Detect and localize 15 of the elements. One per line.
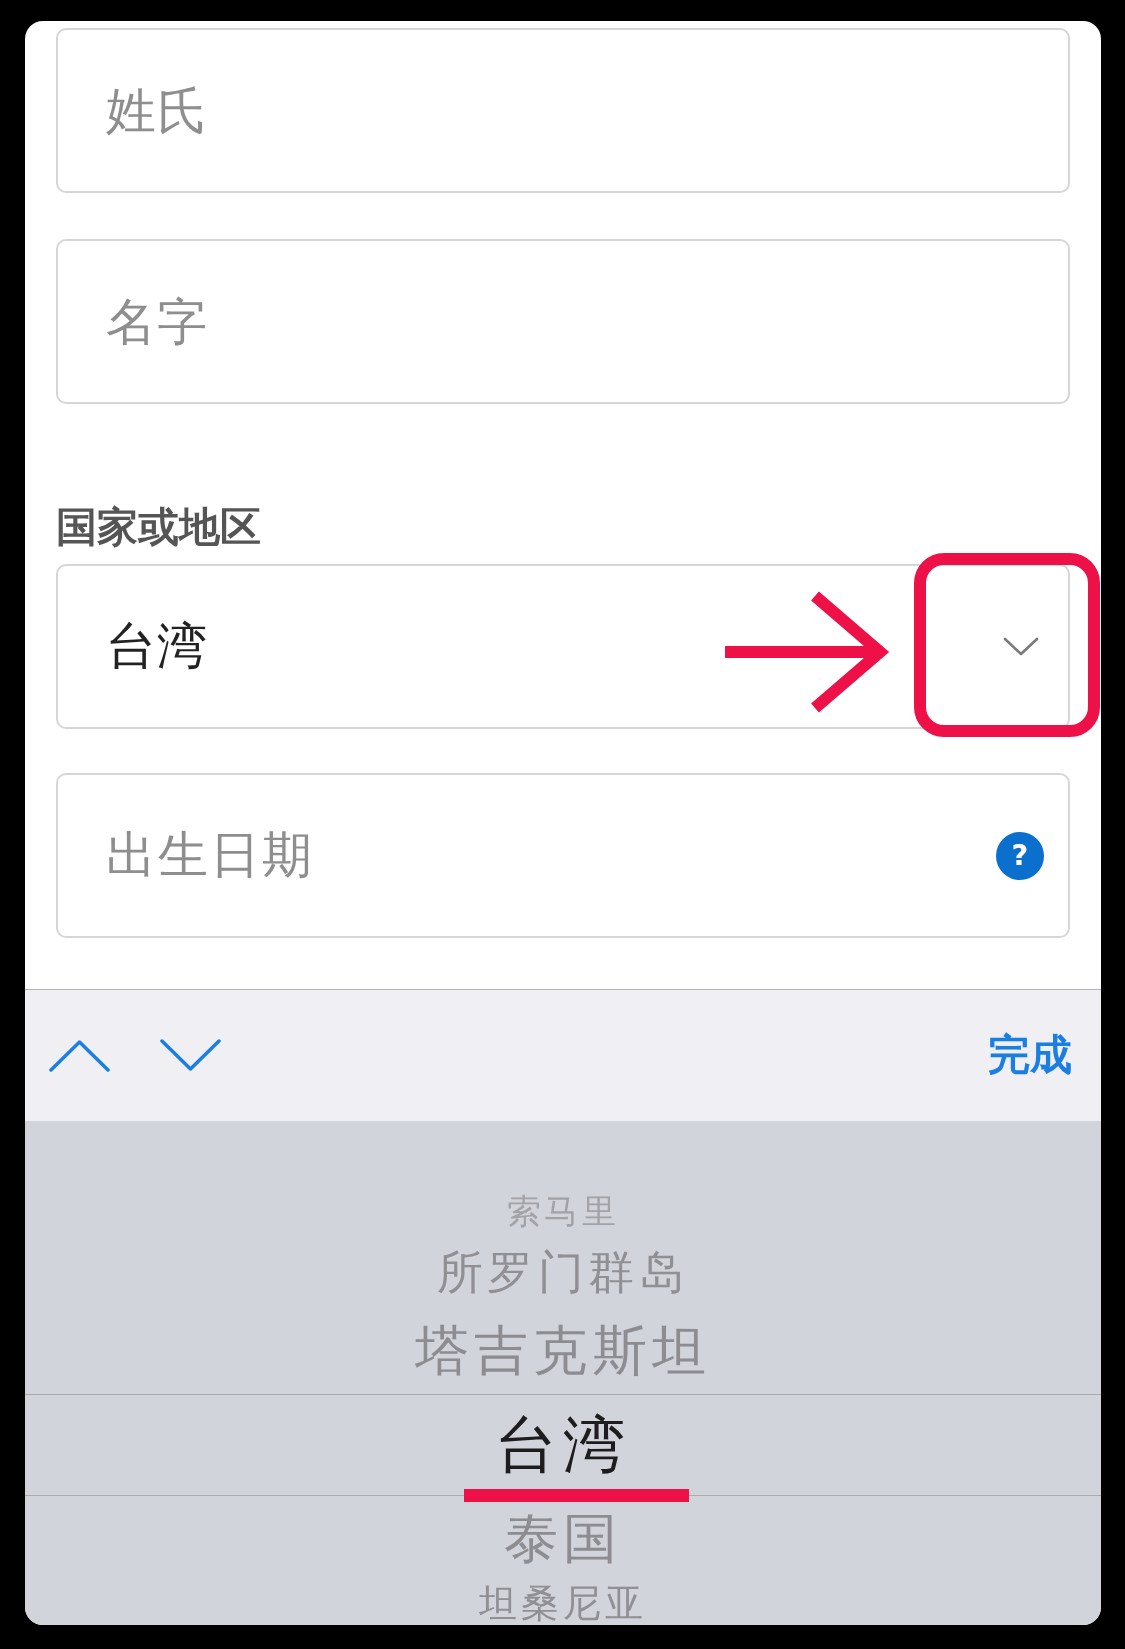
chevron-down-icon[interactable] xyxy=(160,1039,221,1072)
chevron-up-icon[interactable] xyxy=(49,1039,110,1072)
done-button[interactable]: 完成 xyxy=(988,1030,1072,1081)
picker-item[interactable]: 塔吉克斯坦 xyxy=(414,1321,712,1381)
help-icon[interactable]: ? xyxy=(996,831,1044,880)
chevron-down-icon xyxy=(1003,637,1039,656)
picker-item[interactable]: 坦桑尼亚 xyxy=(479,1582,647,1625)
picker-item[interactable]: 泰国 xyxy=(503,1509,623,1569)
field-label: 国家或地区 xyxy=(56,504,261,550)
input-field[interactable]: 姓氏 xyxy=(56,28,1070,193)
input-field[interactable]: 名字 xyxy=(56,239,1070,404)
country-select[interactable]: 台湾 xyxy=(56,564,1070,729)
picker-item[interactable]: 台湾 xyxy=(494,1410,632,1480)
picker-item[interactable]: 所罗门群岛 xyxy=(436,1246,690,1298)
date-field[interactable]: 出生日期 ? xyxy=(56,773,1070,938)
